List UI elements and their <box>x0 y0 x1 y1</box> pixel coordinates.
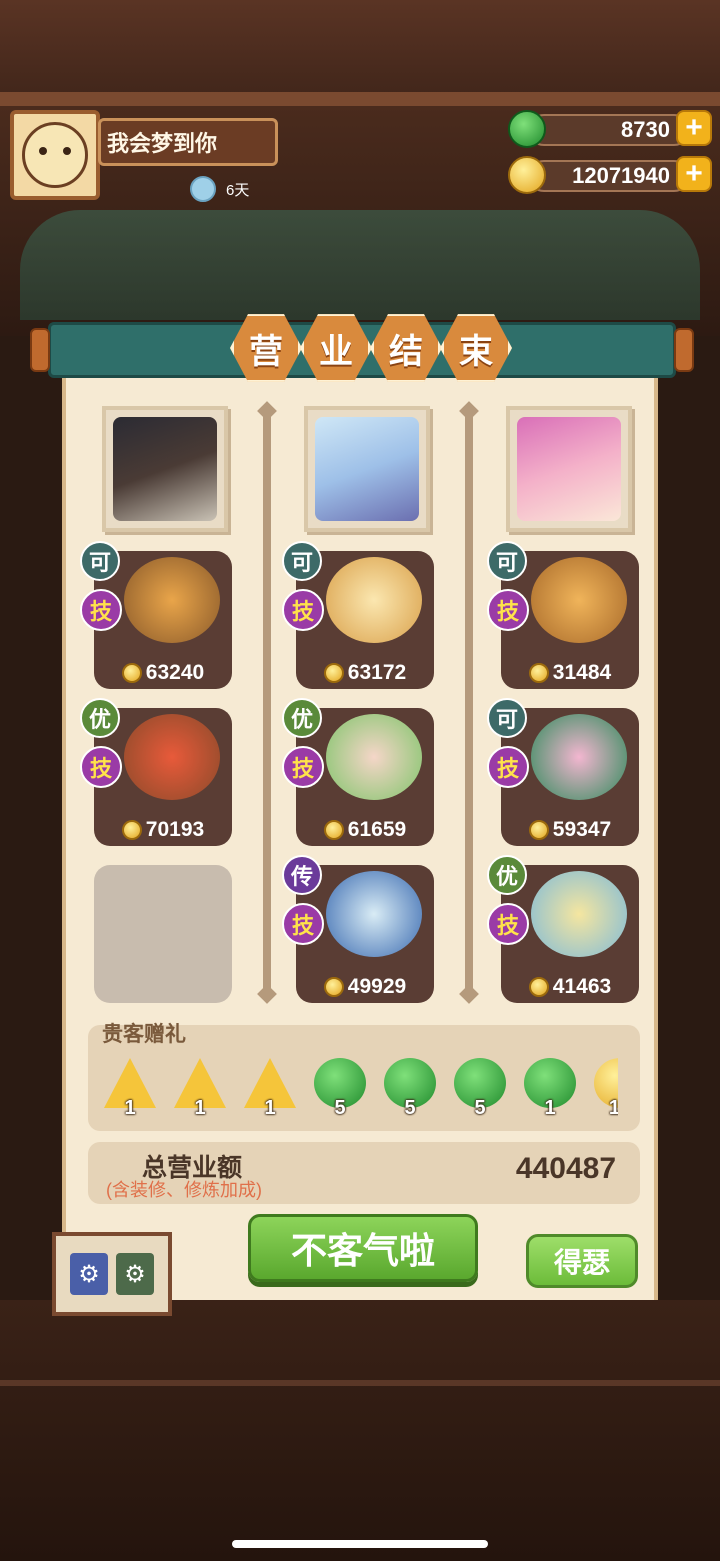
coin-icon <box>528 977 549 997</box>
share-button[interactable]: 得瑟 <box>526 1234 638 1288</box>
coin-icon <box>323 977 344 997</box>
player-avatar[interactable] <box>10 110 100 200</box>
floor-line <box>0 1380 720 1386</box>
dish-image <box>326 871 422 957</box>
coin-icon <box>121 820 142 840</box>
grade-badge: 可 <box>282 541 322 581</box>
dish-image <box>124 557 220 643</box>
skill-badge: 技 <box>80 589 122 631</box>
golden-leaf-icon[interactable]: 1 <box>104 1058 156 1119</box>
total-revenue-value: 440487 <box>515 1152 616 1185</box>
jade-amount: 8730 <box>528 114 690 146</box>
title-char: 束 <box>440 314 512 382</box>
title-char: 营 <box>230 314 302 382</box>
coin-icon <box>323 663 344 683</box>
dish-card[interactable]: 可 技 63240 <box>80 541 232 689</box>
dish-price: 31484 <box>501 661 639 685</box>
scroll-cap-right <box>674 328 694 372</box>
guest-gift-label: 贵客赠礼 <box>102 1023 186 1046</box>
gold-amount: 12071940 <box>528 160 690 192</box>
grade-badge: 可 <box>487 698 527 738</box>
gear-icon[interactable]: ⚙ <box>116 1253 154 1295</box>
tiger-face-icon <box>22 122 88 188</box>
golden-swirl-icon[interactable]: 1 <box>174 1058 226 1119</box>
dish-image <box>326 557 422 643</box>
empty-dish-slot <box>94 865 232 1003</box>
add-jade-button[interactable]: + <box>676 110 712 146</box>
dish-image <box>124 714 220 800</box>
dish-price: 59347 <box>501 818 639 842</box>
grade-badge: 可 <box>487 541 527 581</box>
home-indicator[interactable] <box>232 1540 488 1548</box>
skill-badge: 技 <box>282 903 324 945</box>
skill-badge: 技 <box>282 589 324 631</box>
dish-image <box>531 557 627 643</box>
golden-star-icon[interactable]: 1 <box>244 1058 296 1119</box>
dish-card[interactable]: 优 技 41463 <box>487 855 639 1003</box>
dish-image <box>326 714 422 800</box>
guest-gift-list[interactable]: 1 1 1 5 5 5 1 10 <box>104 1058 618 1124</box>
dish-image <box>531 714 627 800</box>
dish-card[interactable]: 优 技 70193 <box>80 698 232 846</box>
gold-currency: 12071940 + <box>508 156 712 194</box>
panel-title: 营 业 结 束 <box>230 312 520 392</box>
coin-icon <box>528 820 549 840</box>
room-background-bottom <box>0 1300 720 1561</box>
column-divider <box>465 410 473 995</box>
dish-card[interactable]: 可 技 31484 <box>487 541 639 689</box>
jade-currency: 8730 + <box>508 110 712 148</box>
dish-card[interactable]: 可 技 63172 <box>282 541 434 689</box>
add-gold-button[interactable]: + <box>676 156 712 192</box>
grade-badge: 传 <box>282 855 322 895</box>
dish-card[interactable]: 传 技 49929 <box>282 855 434 1003</box>
jade-coin-icon[interactable]: 5 <box>454 1058 506 1119</box>
skill-badge: 技 <box>487 746 529 788</box>
chef-portrait-3[interactable] <box>506 406 632 532</box>
days-indicator: 6天 <box>190 176 249 202</box>
confirm-button[interactable]: 不客气啦 <box>248 1214 478 1282</box>
jade-coin-icon[interactable]: 1 <box>524 1058 576 1119</box>
skill-badge: 技 <box>80 746 122 788</box>
total-revenue-note: (含装修、修炼加成) <box>106 1180 262 1200</box>
title-char: 业 <box>300 314 372 382</box>
chef-portrait-2[interactable] <box>304 406 430 532</box>
dish-price: 41463 <box>501 975 639 999</box>
column-divider <box>263 410 271 995</box>
coin-icon <box>528 663 549 683</box>
dish-price: 63240 <box>94 661 232 685</box>
decoration-toggle[interactable]: ⚙ ⚙ <box>52 1232 172 1316</box>
gold-coin-icon[interactable]: 10 <box>594 1058 618 1119</box>
player-name: 我会梦到你 <box>98 118 278 166</box>
title-char: 结 <box>370 314 442 382</box>
day-icon <box>190 176 216 202</box>
skill-badge: 技 <box>487 589 529 631</box>
dish-price: 70193 <box>94 818 232 842</box>
dish-price: 61659 <box>296 818 434 842</box>
skill-badge: 技 <box>487 903 529 945</box>
kitchen-cabinet <box>20 210 700 320</box>
skill-badge: 技 <box>282 746 324 788</box>
grade-badge: 可 <box>80 541 120 581</box>
dish-image <box>531 871 627 957</box>
chef-portrait-1[interactable] <box>102 406 228 532</box>
dish-price: 63172 <box>296 661 434 685</box>
dish-card[interactable]: 可 技 59347 <box>487 698 639 846</box>
jade-coin-icon[interactable]: 5 <box>384 1058 436 1119</box>
scroll-cap-left <box>30 328 50 372</box>
shelf <box>0 92 720 106</box>
dish-card[interactable]: 优 技 61659 <box>282 698 434 846</box>
days-count: 6天 <box>226 181 250 199</box>
grade-badge: 优 <box>282 698 322 738</box>
gear-icon[interactable]: ⚙ <box>70 1253 108 1295</box>
grade-badge: 优 <box>80 698 120 738</box>
jade-coin-icon <box>508 110 546 148</box>
gold-coin-icon <box>508 156 546 194</box>
coin-icon <box>323 820 344 840</box>
grade-badge: 优 <box>487 855 527 895</box>
jade-coin-icon[interactable]: 5 <box>314 1058 366 1119</box>
dish-price: 49929 <box>296 975 434 999</box>
coin-icon <box>121 663 142 683</box>
